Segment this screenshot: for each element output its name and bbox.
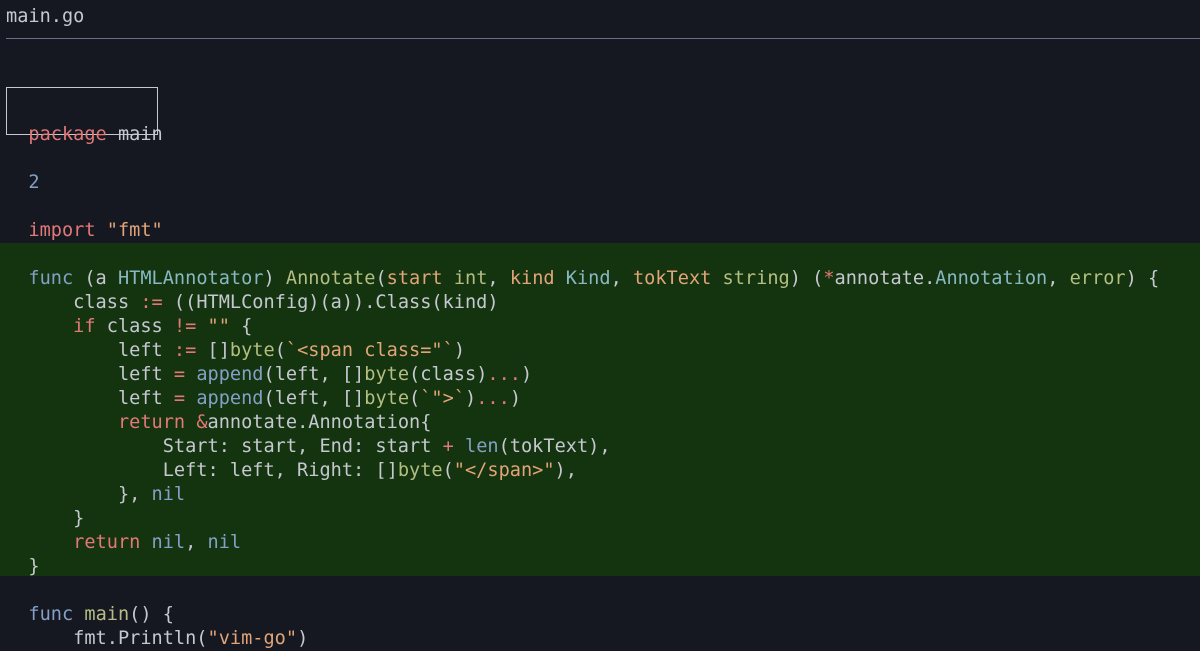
line-number-2: 2 [6,147,39,193]
token-package-keyword: package [28,124,107,145]
code-line-func-signature[interactable]: func (a HTMLAnnotator) Annotate(start in… [6,243,1159,289]
file-name-tab[interactable]: main.go [6,4,84,30]
code-line-func-main[interactable]: func main() { [6,579,174,625]
code-line-start-end[interactable]: Start: start, End: start + len(tokText), [6,411,611,457]
code-line-if[interactable]: if class != "" { [6,291,252,337]
token-import-path: "fmt" [106,220,163,241]
code-line-package[interactable]: package main [6,99,162,145]
code-line-left-1[interactable]: left := []byte(`<span class="`) [6,315,465,361]
code-line-return-nil[interactable]: return nil, nil [6,507,241,553]
code-line-left-right[interactable]: Left: left, Right: []byte("</span>"), [6,435,577,481]
code-line-close-if[interactable]: } [6,483,84,529]
code-line-return-annotation[interactable]: return &annotate.Annotation{ [6,387,431,433]
line-number: 2 [28,172,40,193]
token-package-name: main [106,124,163,145]
code-line-left-2[interactable]: left = append(left, []byte(class)...) [6,339,532,385]
code-line-left-3[interactable]: left = append(left, []byte(`">`)...) [6,363,521,409]
code-line-import[interactable]: import "fmt" [6,195,162,241]
title-divider [6,38,1200,39]
code-line-class-assign[interactable]: class := ((HTMLConfig)(a)).Class(kind) [6,267,498,313]
code-line-println[interactable]: fmt.Println("vim-go") [6,603,308,649]
code-line-close-func[interactable]: } [6,531,39,577]
code-line-close-nil[interactable]: }, nil [6,459,185,505]
token-import-keyword: import [28,220,96,241]
